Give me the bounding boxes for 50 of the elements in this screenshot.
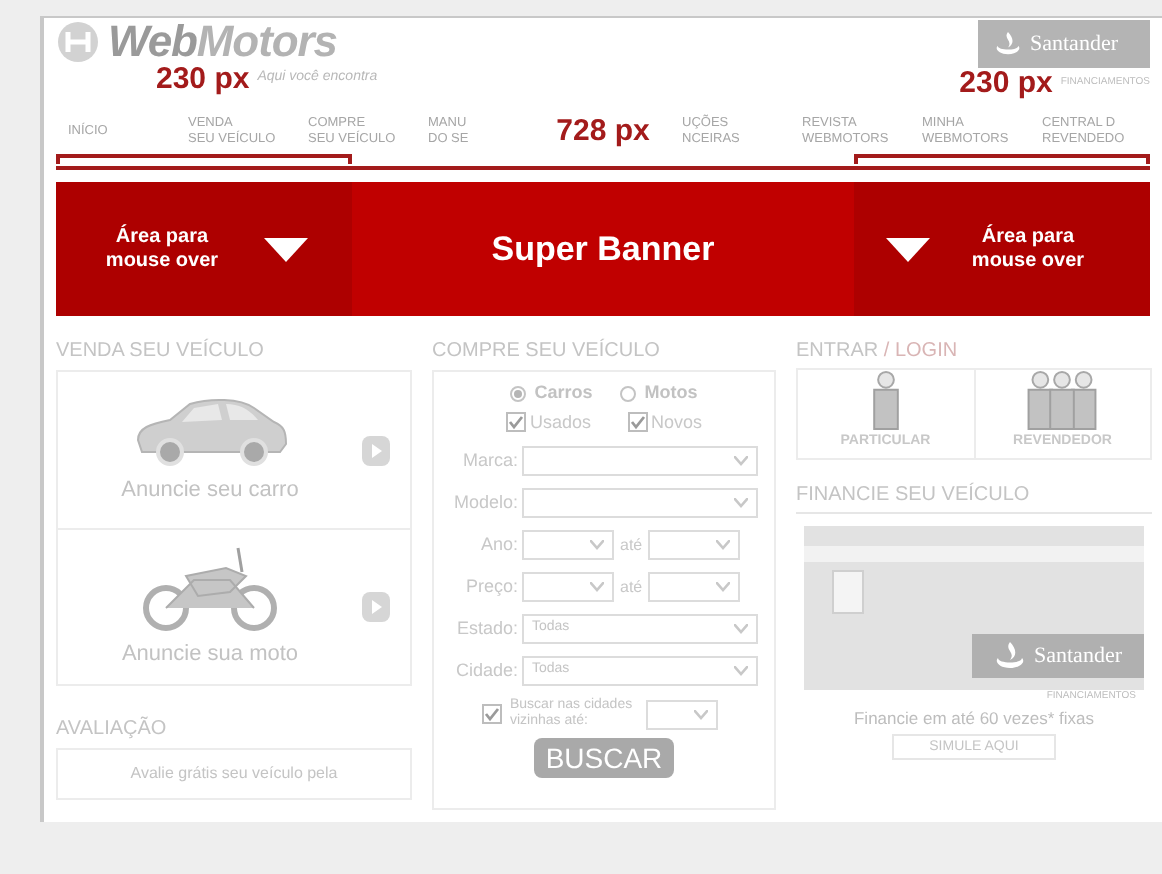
annotation-label: 728 px [554, 111, 652, 152]
dropdown-field[interactable] [646, 699, 718, 729]
motorcycle-icon [138, 543, 282, 632]
checkbox[interactable] [482, 704, 502, 724]
dropdown-caret-icon [590, 540, 604, 550]
dropdown-caret-icon [716, 540, 731, 550]
section-heading: ENTRAR / LOGIN [796, 338, 960, 366]
annotation-label: 230 px [156, 64, 250, 94]
dropdown-caret-icon [590, 582, 604, 592]
play-icon [371, 443, 381, 457]
section-heading: VENDA SEU VEÍCULO [56, 336, 266, 366]
dropdown-field[interactable] [522, 446, 758, 476]
dropdown-caret-icon [716, 582, 731, 592]
section-heading: AVALIAÇÃO [56, 714, 169, 744]
dropdown-caret-icon [734, 456, 748, 466]
dropdown-caret-icon [694, 709, 708, 719]
dropdown-caret-icon [734, 498, 748, 508]
flame-logo-icon [994, 32, 1022, 56]
logo-text: WebMotors [108, 20, 337, 64]
banner-side-label: Área para mouse over [104, 225, 220, 273]
banner-side-label: Área para mouse over [970, 225, 1086, 273]
dropdown-field[interactable] [648, 530, 741, 560]
annotation-label: 230 px [959, 68, 1053, 98]
sponsor-logo: Santander [978, 20, 1150, 68]
dropdown-field[interactable] [522, 488, 758, 518]
play-button[interactable] [362, 435, 390, 465]
dropdown-field[interactable] [522, 530, 614, 560]
section-heading: COMPRE SEU VEÍCULO [432, 336, 662, 366]
checkbox[interactable] [505, 412, 526, 433]
checkbox[interactable] [627, 412, 647, 433]
section-heading: FINANCIE SEU VEÍCULO [796, 480, 1032, 510]
vehicle-type-radio[interactable]: Motos [620, 380, 698, 407]
dropdown-caret-icon [734, 666, 748, 676]
window-drawing [832, 570, 864, 614]
down-triangle-icon [886, 237, 930, 261]
dropdown-field[interactable] [648, 572, 741, 602]
down-triangle-icon [264, 237, 308, 261]
banner-title: Super Banner [491, 227, 715, 272]
play-icon [371, 600, 381, 614]
finance-text: Financie em até 60 vezes* fixas [853, 705, 1094, 731]
search-button[interactable]: BUSCAR [533, 738, 675, 778]
dropdown-caret-icon [734, 624, 748, 634]
play-button[interactable] [362, 592, 390, 622]
vehicle-type-radio[interactable]: Carros [510, 380, 593, 407]
sell-link[interactable]: Anuncie seu carro [121, 474, 299, 508]
evaluation-text: Avalie grátis seu veículo pela [130, 762, 338, 786]
sponsor-logo: Santander [972, 634, 1144, 678]
flame-logo-icon [994, 642, 1026, 670]
sell-link[interactable]: Anuncie sua moto [121, 637, 299, 671]
dropdown-field[interactable] [522, 572, 614, 602]
